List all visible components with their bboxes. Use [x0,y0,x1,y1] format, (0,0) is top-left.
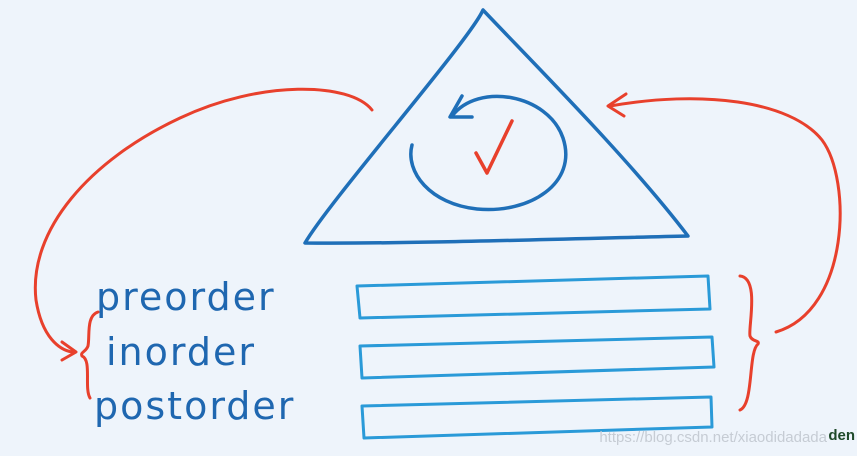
label-preorder: preorder [96,275,276,319]
check-mark-icon [474,119,514,175]
watermark-url: https://blog.csdn.net/xiaodidadada [599,429,827,446]
right-brace [738,274,760,412]
label-inorder: inorder [106,330,256,374]
list-bar-2 [358,335,716,380]
diagram-canvas: preorder inorder postorder https://blog.… [0,0,857,456]
list-bar-1 [355,274,712,320]
brand-logo-text: den [828,427,855,444]
visit-circle-arrow [409,94,568,212]
right-curve-arrow [608,97,842,334]
label-postorder: postorder [94,384,296,428]
